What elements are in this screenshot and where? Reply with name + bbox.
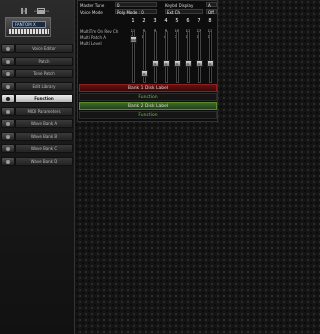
device-screen: FANTOM X	[12, 21, 46, 28]
ext-value-field[interactable]: Off	[206, 9, 217, 15]
master-tune-label: Master Tune	[80, 3, 105, 8]
fader-value: 0	[198, 61, 200, 66]
sidebar-item[interactable]: Wave Bank C	[15, 144, 73, 153]
toggle-dot-icon	[6, 122, 10, 126]
fader-track	[208, 31, 212, 83]
sidebar-item-label: Wave Bank C	[30, 146, 58, 151]
sidebar-item[interactable]: Wave Bank A	[15, 119, 73, 128]
sidebar-item[interactable]: MIDI Parameters	[15, 106, 73, 116]
fader-value: 0	[165, 61, 167, 66]
master-tune-value: 0	[117, 3, 120, 8]
device-screen-text: FANTOM X	[15, 22, 36, 27]
row-label: Multi Level	[80, 41, 102, 46]
sidebar-item[interactable]: Tone Patch	[15, 69, 73, 78]
keybd-display-field[interactable]: A	[206, 2, 217, 8]
fader-value: 0	[209, 61, 211, 66]
level-fader[interactable]: 0	[184, 59, 192, 67]
level-fader[interactable]: 0	[195, 59, 203, 67]
sidebar-item-label: Patch	[38, 58, 50, 64]
level-fader[interactable]: 0	[173, 59, 181, 67]
sidebar-toggle-button[interactable]	[1, 106, 15, 116]
add-label: add	[21, 9, 27, 13]
master-tune-field[interactable]: 0	[115, 2, 157, 8]
section-bar[interactable]: Function	[79, 93, 217, 101]
sidebar: add edit mode FANTOM X Voice Editor Patch…	[0, 0, 75, 334]
function-panel: Master Tune 0 Keybd Display A Voice Mode…	[77, 0, 218, 122]
toggle-dot-icon	[6, 84, 10, 89]
fader-value: 0	[154, 61, 156, 66]
sidebar-item-label: Tone Patch	[33, 71, 55, 76]
column-number: 8	[208, 18, 212, 24]
section-bar[interactable]: Bank 1 Disk Label	[79, 84, 217, 92]
fader-track	[153, 31, 157, 83]
keybd-display-label: Keybd Display	[165, 3, 194, 8]
sidebar-item-label: Wave Bank D	[30, 158, 58, 164]
ext-label: Ext Ch	[167, 10, 181, 15]
sidebar-item-label: Function	[34, 96, 54, 101]
voice-mode-label: Voice Mode	[80, 10, 103, 15]
column-number: 2	[142, 18, 146, 24]
row-label: Multi Patch A	[80, 35, 107, 40]
sidebar-toggle-button[interactable]	[1, 144, 15, 153]
level-fader[interactable]: 0	[151, 59, 159, 67]
column-number: 6	[186, 18, 190, 24]
toggle-dot-icon	[6, 47, 10, 51]
keybd-display-value: A	[208, 3, 211, 8]
ext-value: Off	[208, 10, 214, 15]
level-fader[interactable]: 100	[129, 36, 137, 44]
sidebar-item[interactable]: Patch	[15, 56, 73, 66]
sidebar-item[interactable]: Edit Library	[15, 81, 73, 91]
device-keyboard	[9, 29, 49, 34]
sidebar-item[interactable]: Voice Editor	[15, 44, 73, 53]
edit-mode-label: edit mode	[34, 9, 50, 13]
toggle-dot-icon	[6, 109, 10, 114]
fader-track	[197, 31, 201, 83]
column-number: 7	[197, 18, 201, 24]
section-bar[interactable]: Function	[79, 111, 217, 119]
row-label: MultiTm On Rev Ch	[80, 29, 119, 34]
level-fader[interactable]: 0	[140, 69, 148, 77]
toggle-dot-icon	[6, 134, 10, 139]
fader-track	[186, 31, 190, 83]
ext-field[interactable]: Ext Ch	[165, 9, 203, 15]
sidebar-item-label: Wave Bank B	[30, 133, 58, 139]
device-image: FANTOM X	[5, 17, 51, 37]
fader-value: 0	[187, 61, 189, 66]
fader-value: 0	[176, 61, 178, 66]
sidebar-toggle-button[interactable]	[1, 69, 15, 78]
sidebar-item-label: Edit Library	[32, 83, 56, 89]
toggle-dot-icon	[6, 159, 10, 164]
sidebar-toggle-button[interactable]	[1, 81, 15, 91]
toggle-dot-icon	[6, 147, 10, 151]
sidebar-toolbar: add edit mode	[0, 0, 75, 15]
sidebar-toggle-button[interactable]	[1, 119, 15, 128]
sidebar-item[interactable]: Function	[15, 94, 73, 103]
fader-value: 0	[143, 71, 145, 76]
column-number: 4	[164, 18, 168, 24]
fader-track	[175, 31, 179, 83]
toggle-dot-icon	[6, 59, 10, 64]
voice-mode-field[interactable]: Poly Mode : 0	[115, 9, 157, 15]
level-fader[interactable]: 0	[162, 59, 170, 67]
column-number: 1	[131, 18, 135, 24]
sidebar-toggle-button[interactable]	[1, 94, 15, 103]
column-number: 5	[175, 18, 179, 24]
voice-mode-value: Poly Mode : 0	[117, 10, 144, 15]
level-fader[interactable]: 0	[206, 59, 214, 67]
sidebar-toggle-button[interactable]	[1, 44, 15, 53]
toggle-dot-icon	[6, 97, 10, 101]
toggle-dot-icon	[6, 72, 10, 76]
column-number: 3	[153, 18, 157, 24]
fader-value: 100	[130, 38, 137, 43]
sidebar-item-label: MIDI Parameters	[27, 108, 61, 114]
section-bar[interactable]: Bank 2 Disk Label	[79, 102, 217, 110]
sidebar-toggle-button[interactable]	[1, 156, 15, 166]
sidebar-item[interactable]: Wave Bank D	[15, 156, 73, 166]
sidebar-toggle-button[interactable]	[1, 56, 15, 66]
sidebar-item[interactable]: Wave Bank B	[15, 131, 73, 141]
fader-track	[164, 31, 168, 83]
sidebar-item-label: Wave Bank A	[30, 121, 58, 126]
sidebar-toggle-button[interactable]	[1, 131, 15, 141]
sidebar-item-label: Voice Editor	[32, 46, 56, 51]
